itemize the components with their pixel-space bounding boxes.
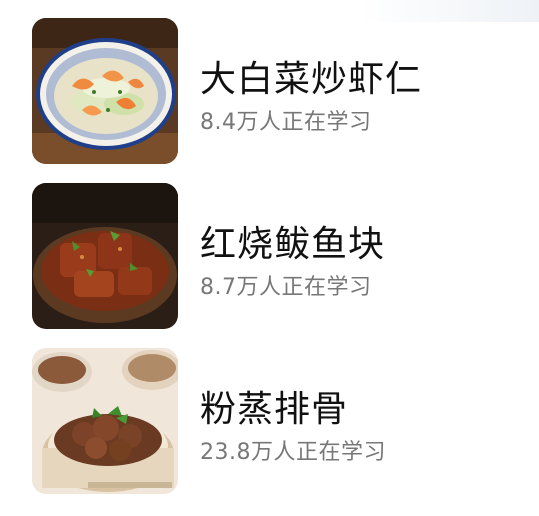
learner-count: 8.7万人正在学习 [200, 275, 372, 300]
recipe-title[interactable]: 红烧鲅鱼块 [200, 215, 385, 267]
recipe-title[interactable]: 大白菜炒虾仁 [200, 50, 422, 102]
recipe-list-item[interactable]: 大白菜炒虾仁 8.4万人正在学习 [32, 18, 512, 164]
recipe-thumbnail-shrimp-cabbage[interactable] [32, 18, 178, 164]
recipe-list-item[interactable]: 红烧鲅鱼块 8.7万人正在学习 [32, 183, 512, 329]
recipe-thumbnail-steamed-ribs[interactable] [32, 348, 178, 494]
recipe-list: 大白菜炒虾仁 8.4万人正在学习 红烧鲅鱼块 8.7万人正在学习 粉蒸排骨 23… [0, 0, 539, 516]
recipe-list-item[interactable]: 粉蒸排骨 23.8万人正在学习 [32, 348, 512, 494]
recipe-title[interactable]: 粉蒸排骨 [200, 380, 348, 432]
learner-count: 8.4万人正在学习 [200, 110, 372, 135]
recipe-thumbnail-braised-mackerel[interactable] [32, 183, 178, 329]
learner-count: 23.8万人正在学习 [200, 440, 386, 465]
